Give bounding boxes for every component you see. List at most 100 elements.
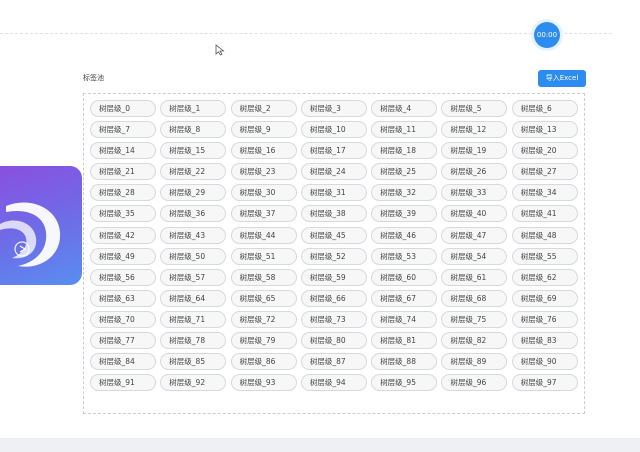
- tag-item[interactable]: 树层级_16: [230, 142, 297, 160]
- tag-item[interactable]: 树层级_85: [160, 353, 227, 371]
- tag-item[interactable]: 树层级_20: [511, 142, 578, 160]
- tag-item[interactable]: 树层级_49: [90, 247, 156, 265]
- tag-item[interactable]: 树层级_76: [511, 310, 578, 328]
- tag-item[interactable]: 树层级_0: [90, 100, 156, 117]
- tag-item[interactable]: 树层级_43: [160, 226, 227, 244]
- timer-badge[interactable]: 00:00: [534, 22, 560, 48]
- tag-item[interactable]: 树层级_55: [511, 247, 578, 265]
- tag-item[interactable]: 树层级_86: [230, 353, 297, 371]
- tag-item[interactable]: 树层级_14: [90, 142, 156, 160]
- tag-item[interactable]: 树层级_53: [371, 247, 438, 265]
- tag-item[interactable]: 树层级_72: [230, 310, 297, 328]
- tag-item[interactable]: 树层级_46: [371, 226, 438, 244]
- tag-item[interactable]: 树层级_45: [300, 226, 367, 244]
- tag-item[interactable]: 树层级_9: [230, 121, 297, 139]
- tag-item[interactable]: 树层级_88: [371, 353, 438, 371]
- tag-item[interactable]: 树层级_35: [90, 205, 156, 223]
- tag-item[interactable]: 树层级_83: [511, 332, 578, 350]
- tag-item[interactable]: 树层级_80: [300, 332, 367, 350]
- tag-item[interactable]: 树层级_32: [371, 184, 438, 202]
- tag-item[interactable]: 树层级_92: [160, 374, 227, 392]
- tag-item[interactable]: 树层级_38: [300, 205, 367, 223]
- tag-item[interactable]: 树层级_39: [371, 205, 438, 223]
- tag-item[interactable]: 树层级_67: [371, 289, 438, 307]
- tag-item[interactable]: 树层级_34: [511, 184, 578, 202]
- tag-item[interactable]: 树层级_19: [441, 142, 508, 160]
- import-excel-button[interactable]: 导入Excel: [538, 70, 586, 87]
- tag-item[interactable]: 树层级_52: [300, 247, 367, 265]
- tag-item[interactable]: 树层级_62: [511, 268, 578, 286]
- tag-item[interactable]: 树层级_71: [160, 310, 227, 328]
- tag-item[interactable]: 树层级_66: [300, 289, 367, 307]
- tag-item[interactable]: 树层级_10: [300, 121, 367, 139]
- tag-item[interactable]: 树层级_57: [160, 268, 227, 286]
- tag-item[interactable]: 树层级_1: [160, 100, 227, 117]
- tag-item[interactable]: 树层级_50: [160, 247, 227, 265]
- tag-item[interactable]: 树层级_95: [371, 374, 438, 392]
- tag-item[interactable]: 树层级_30: [230, 184, 297, 202]
- tag-item[interactable]: 树层级_25: [371, 163, 438, 181]
- tag-item[interactable]: 树层级_15: [160, 142, 227, 160]
- tag-item[interactable]: 树层级_82: [441, 332, 508, 350]
- tag-item[interactable]: 树层级_97: [511, 374, 578, 392]
- tag-item[interactable]: 树层级_12: [441, 121, 508, 139]
- tag-item[interactable]: 树层级_41: [511, 205, 578, 223]
- tag-item[interactable]: 树层级_93: [230, 374, 297, 392]
- tag-item[interactable]: 树层级_27: [511, 163, 578, 181]
- tag-item[interactable]: 树层级_90: [511, 353, 578, 371]
- tag-item[interactable]: 树层级_8: [160, 121, 227, 139]
- tag-item[interactable]: 树层级_4: [371, 100, 438, 117]
- tag-item[interactable]: 树层级_44: [230, 226, 297, 244]
- tag-item[interactable]: 树层级_94: [300, 374, 367, 392]
- tag-item[interactable]: 树层级_13: [511, 121, 578, 139]
- tag-item[interactable]: 树层级_26: [441, 163, 508, 181]
- tag-item[interactable]: 树层级_47: [441, 226, 508, 244]
- tag-item[interactable]: 树层级_64: [160, 289, 227, 307]
- tag-item[interactable]: 树层级_33: [441, 184, 508, 202]
- tag-item[interactable]: 树层级_84: [90, 353, 156, 371]
- tag-item[interactable]: 树层级_89: [441, 353, 508, 371]
- tag-item[interactable]: 树层级_17: [300, 142, 367, 160]
- tag-item[interactable]: 树层级_65: [230, 289, 297, 307]
- tag-item[interactable]: 树层级_60: [371, 268, 438, 286]
- tag-item[interactable]: 树层级_31: [300, 184, 367, 202]
- tag-item[interactable]: 树层级_23: [230, 163, 297, 181]
- tag-item[interactable]: 树层级_79: [230, 332, 297, 350]
- tag-item[interactable]: 树层级_51: [230, 247, 297, 265]
- tag-item[interactable]: 树层级_48: [511, 226, 578, 244]
- tag-item[interactable]: 树层级_11: [371, 121, 438, 139]
- tag-item[interactable]: 树层级_70: [90, 310, 156, 328]
- tag-item[interactable]: 树层级_73: [300, 310, 367, 328]
- tag-item[interactable]: 树层级_56: [90, 268, 156, 286]
- tag-item[interactable]: 树层级_5: [441, 100, 508, 117]
- tag-item[interactable]: 树层级_29: [160, 184, 227, 202]
- tag-item[interactable]: 树层级_78: [160, 332, 227, 350]
- tag-item[interactable]: 树层级_40: [441, 205, 508, 223]
- tag-item[interactable]: 树层级_63: [90, 289, 156, 307]
- tag-item[interactable]: 树层级_22: [160, 163, 227, 181]
- tag-item[interactable]: 树层级_37: [230, 205, 297, 223]
- tag-item[interactable]: 树层级_87: [300, 353, 367, 371]
- tag-item[interactable]: 树层级_69: [511, 289, 578, 307]
- tag-item[interactable]: 树层级_18: [371, 142, 438, 160]
- tag-item[interactable]: 树层级_6: [511, 100, 578, 117]
- tag-item[interactable]: 树层级_3: [300, 100, 367, 117]
- tag-item[interactable]: 树层级_21: [90, 163, 156, 181]
- tag-item[interactable]: 树层级_7: [90, 121, 156, 139]
- tag-item[interactable]: 树层级_91: [90, 374, 156, 392]
- tag-item[interactable]: 树层级_77: [90, 332, 156, 350]
- tag-item[interactable]: 树层级_74: [371, 310, 438, 328]
- tag-item[interactable]: 树层级_96: [441, 374, 508, 392]
- tag-item[interactable]: 树层级_59: [300, 268, 367, 286]
- tag-item[interactable]: 树层级_68: [441, 289, 508, 307]
- tag-item[interactable]: 树层级_36: [160, 205, 227, 223]
- tag-item[interactable]: 树层级_42: [90, 226, 156, 244]
- tag-item[interactable]: 树层级_81: [371, 332, 438, 350]
- tag-item[interactable]: 树层级_58: [230, 268, 297, 286]
- tag-item[interactable]: 树层级_54: [441, 247, 508, 265]
- tag-item[interactable]: 树层级_24: [300, 163, 367, 181]
- tag-item[interactable]: 树层级_75: [441, 310, 508, 328]
- tag-item[interactable]: 树层级_2: [230, 100, 297, 117]
- tag-item[interactable]: 树层级_61: [441, 268, 508, 286]
- tag-item[interactable]: 树层级_28: [90, 184, 156, 202]
